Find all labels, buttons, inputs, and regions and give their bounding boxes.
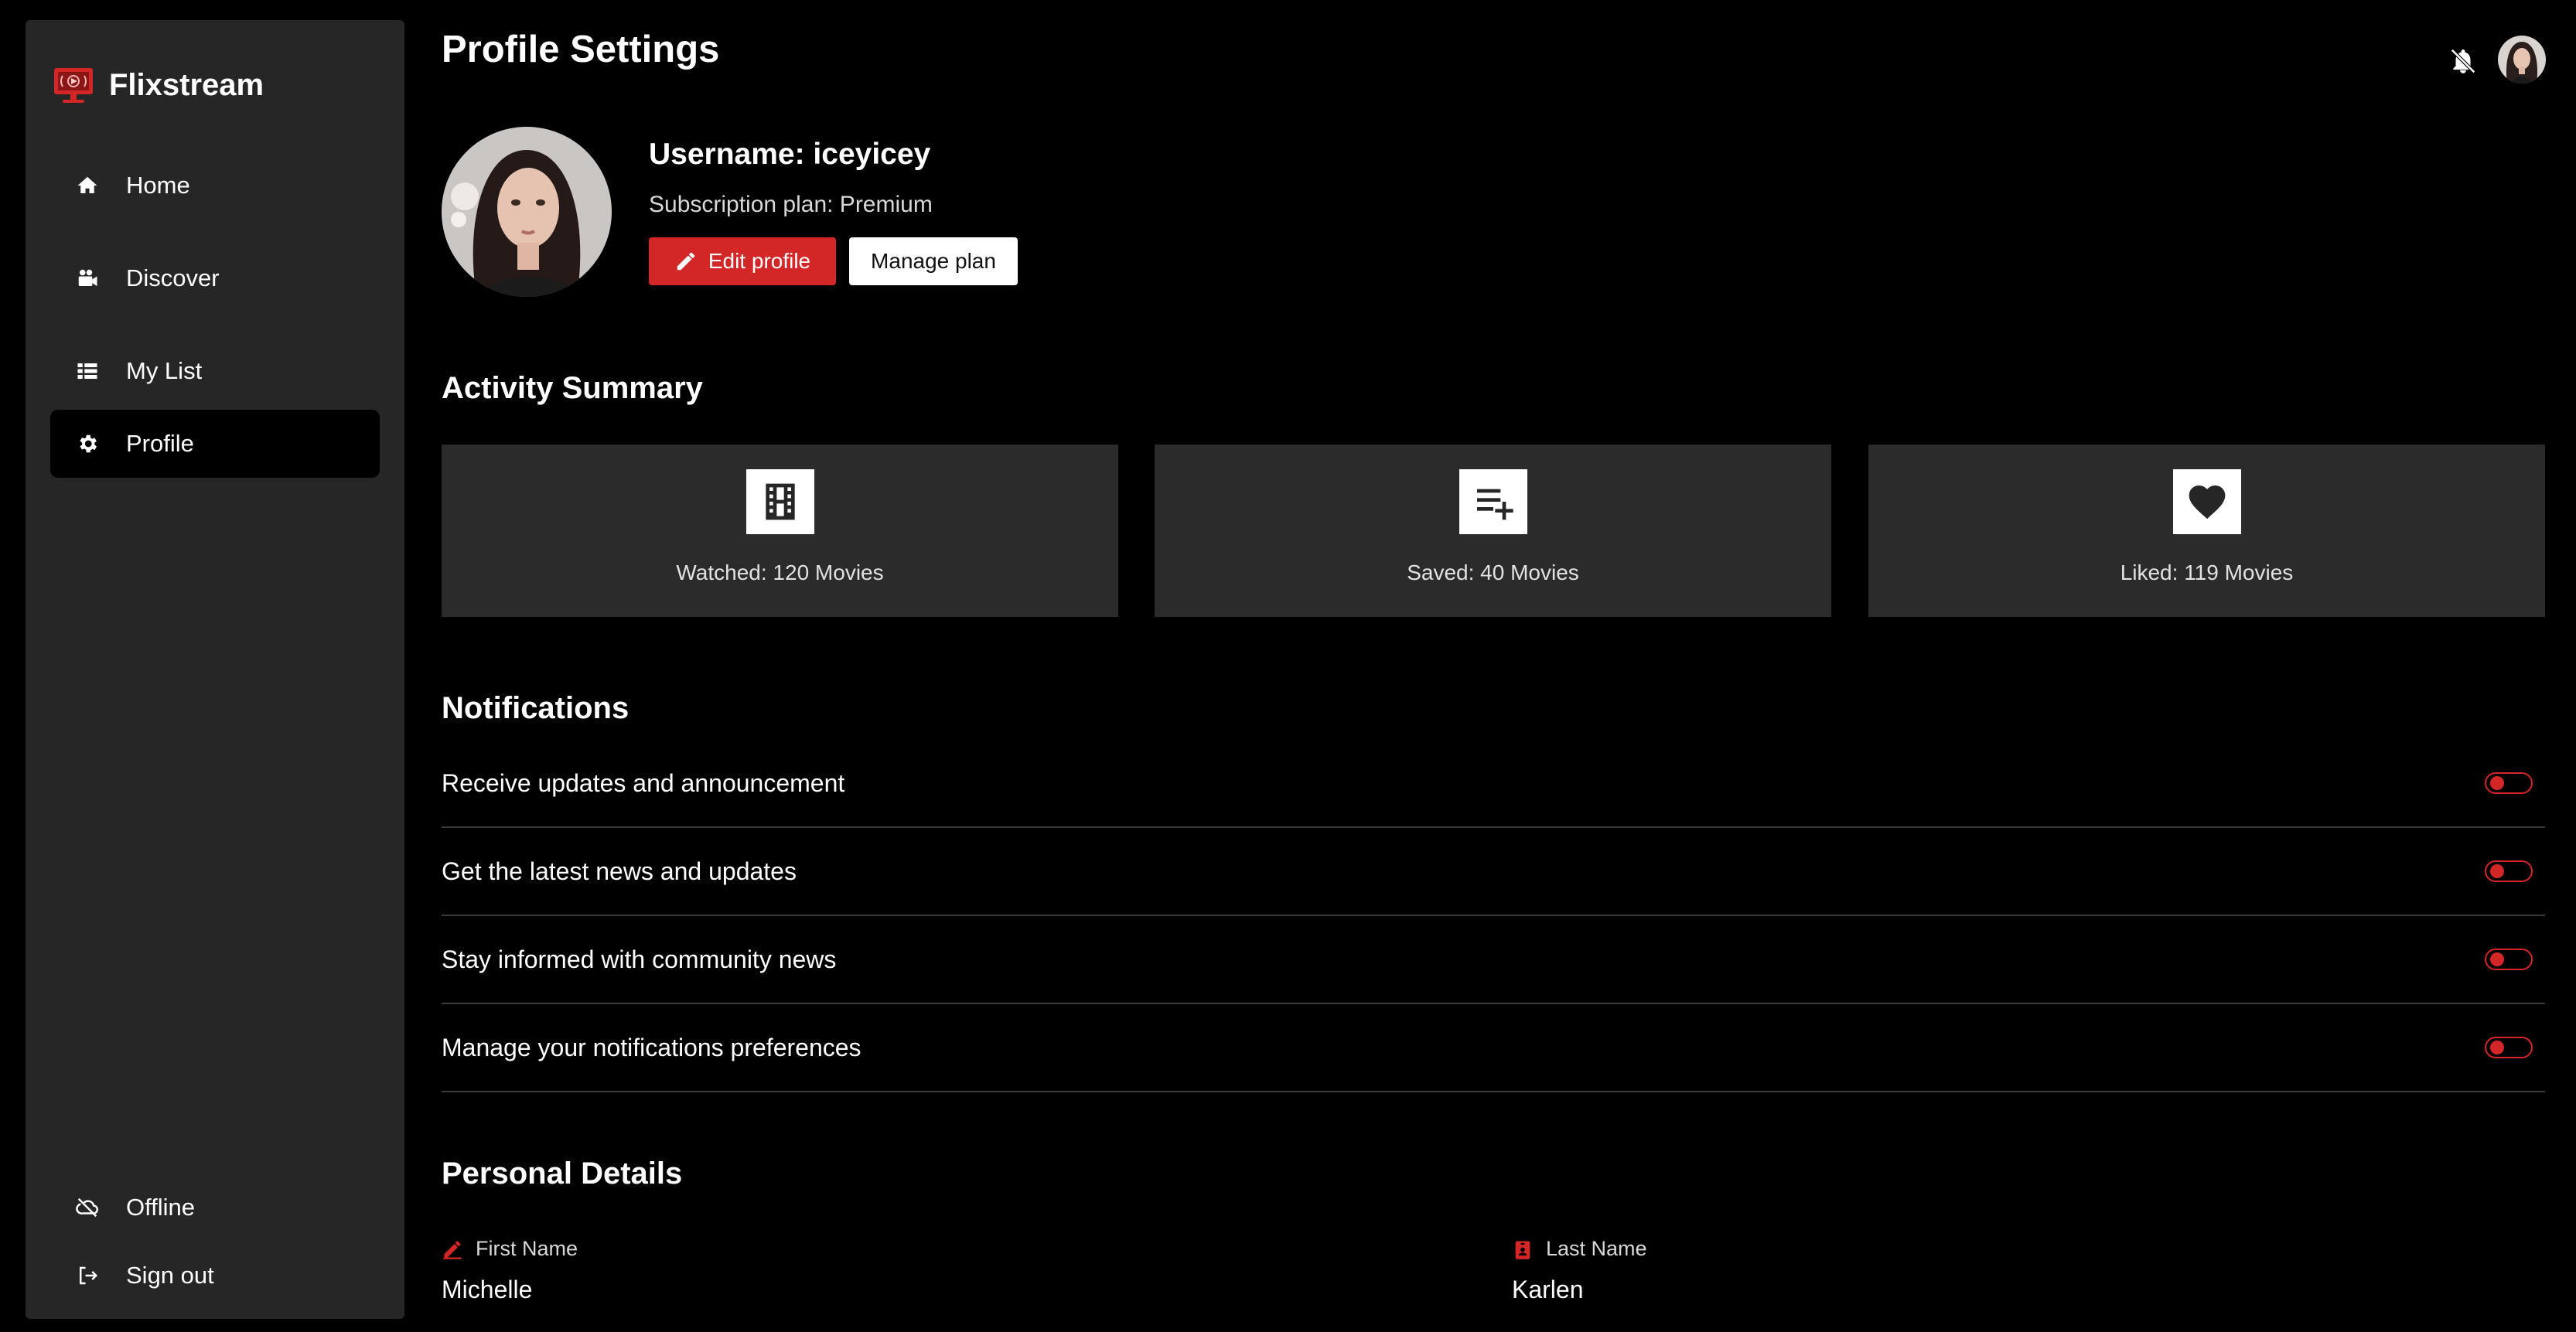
last-name-value[interactable]: Karlen [1512, 1276, 1584, 1304]
toggle-knob [2490, 776, 2504, 790]
stat-label: Liked: [2120, 560, 2179, 584]
sidebar-item-my-list[interactable]: My List [50, 337, 380, 405]
badge-icon [1515, 1241, 1530, 1259]
sign-out-icon [73, 1262, 101, 1289]
home-icon [73, 172, 101, 199]
manage-plan-label: Manage plan [871, 249, 996, 273]
film-icon [746, 469, 814, 534]
notification-label: Get the latest news and updates [442, 857, 797, 885]
sidebar-item-home[interactable]: Home [50, 152, 380, 220]
user-avatar[interactable] [2498, 36, 2546, 83]
manage-plan-button[interactable]: Manage plan [849, 237, 1018, 285]
brand[interactable]: Flixstream [52, 63, 264, 107]
camera-icon [73, 264, 101, 292]
first-name-value[interactable]: Michelle [442, 1276, 532, 1304]
notification-toggle[interactable] [2485, 772, 2533, 794]
notification-label: Receive updates and announcement [442, 769, 845, 797]
notification-row: Get the latest news and updates [442, 828, 2545, 916]
notification-toggle[interactable] [2485, 860, 2533, 882]
stat-label: Watched: [676, 560, 767, 584]
heart-icon [2172, 469, 2241, 534]
toggle-knob [2490, 1041, 2504, 1054]
toggle-knob [2490, 952, 2504, 966]
list-icon [73, 357, 101, 385]
stat-value: 120 Movies [773, 560, 884, 584]
sidebar: Flixstream Home Discover My List Profile… [26, 20, 404, 1319]
notification-row: Manage your notifications preferences [442, 1004, 2545, 1092]
notification-toggle[interactable] [2485, 949, 2533, 970]
edit-profile-button[interactable]: Edit profile [649, 237, 836, 285]
subscription-plan: Subscription plan: Premium [649, 192, 933, 217]
notification-row: Stay informed with community news [442, 916, 2545, 1004]
last-name-label: Last Name [1512, 1237, 1647, 1261]
pencil-icon [443, 1241, 462, 1259]
last-name-label-text: Last Name [1546, 1237, 1647, 1260]
sidebar-item-offline[interactable]: Offline [50, 1174, 380, 1242]
sidebar-item-label: Sign out [126, 1262, 214, 1289]
notification-row: Receive updates and announcement [442, 740, 2545, 828]
notification-label: Stay informed with community news [442, 945, 837, 973]
username: Username: iceyicey [649, 138, 931, 171]
notification-toggle[interactable] [2485, 1037, 2533, 1058]
watched-card: Watched: 120 Movies [442, 445, 1118, 617]
playlist-add-icon [1459, 469, 1527, 534]
edit-profile-label: Edit profile [708, 249, 811, 273]
first-name-label: First Name [442, 1237, 578, 1261]
liked-card: Liked: 119 Movies [1868, 445, 2545, 617]
sidebar-item-label: My List [126, 357, 203, 384]
saved-stat: Saved: 40 Movies [1407, 560, 1579, 585]
sidebar-item-label: Home [126, 172, 190, 199]
monitor-logo-icon [54, 68, 93, 103]
cloud-off-icon [73, 1194, 101, 1221]
notifications-title: Notifications [442, 691, 629, 725]
pencil-icon [677, 252, 695, 271]
saved-card: Saved: 40 Movies [1155, 445, 1831, 617]
page-title: Profile Settings [442, 29, 720, 70]
activity-summary-title: Activity Summary [442, 371, 703, 405]
brand-name: Flixstream [109, 67, 264, 102]
sidebar-item-label: Offline [126, 1194, 196, 1221]
profile-avatar [442, 127, 612, 297]
sidebar-item-discover[interactable]: Discover [50, 244, 380, 312]
stat-label: Saved: [1407, 560, 1475, 584]
watched-stat: Watched: 120 Movies [676, 560, 883, 585]
first-name-label-text: First Name [476, 1237, 578, 1260]
toggle-knob [2490, 864, 2504, 878]
stat-value: 40 Movies [1480, 560, 1579, 584]
sidebar-item-profile[interactable]: Profile [50, 410, 380, 478]
notifications-off-icon[interactable] [2448, 46, 2478, 77]
notification-label: Manage your notifications preferences [442, 1034, 862, 1061]
gear-icon [73, 430, 101, 458]
liked-stat: Liked: 119 Movies [2121, 560, 2294, 585]
personal-details-title: Personal Details [442, 1157, 683, 1191]
sidebar-item-label: Profile [126, 430, 194, 457]
sidebar-item-label: Discover [126, 264, 220, 291]
sidebar-item-sign-out[interactable]: Sign out [50, 1242, 380, 1310]
stat-value: 119 Movies [2184, 560, 2294, 584]
